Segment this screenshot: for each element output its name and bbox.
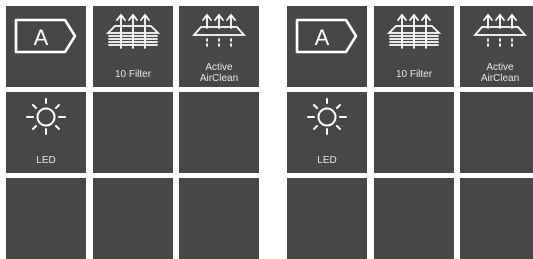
energy-class-a-icon: A [295, 18, 358, 54]
empty-tile [287, 178, 367, 259]
active-airclean-tile: Active AirClean [460, 6, 533, 87]
empty-tile [179, 178, 259, 259]
energy-class-tile: A [287, 6, 367, 87]
empty-tile [6, 178, 86, 259]
empty-tile [460, 92, 533, 173]
filter-label: 10 Filter [395, 69, 433, 80]
filter-tile: 10 Filter [374, 6, 454, 87]
active-airclean-label-line2: AirClean [199, 73, 239, 84]
active-airclean-label-line1: Active [205, 62, 233, 73]
active-airclean-tile: Active AirClean [179, 6, 259, 87]
energy-class-letter: A [315, 25, 330, 50]
filter-stack-icon [386, 13, 442, 49]
led-label: LED [36, 155, 56, 166]
led-tile: LED [287, 92, 367, 173]
energy-class-letter: A [34, 25, 49, 50]
active-airclean-label: Active AirClean [179, 62, 259, 84]
empty-tile [374, 178, 454, 259]
empty-tile [93, 92, 173, 173]
filter-tile: 10 Filter [93, 6, 173, 87]
active-airclean-label-line1: Active [486, 62, 514, 73]
feature-grid-right: A 10 Filter Active AirClean LED [287, 6, 533, 259]
empty-tile [460, 178, 533, 259]
energy-class-tile: A [6, 6, 86, 87]
led-tile: LED [6, 92, 86, 173]
filter-stack-icon [105, 13, 161, 49]
empty-tile [93, 178, 173, 259]
light-bulb-icon [307, 98, 347, 135]
empty-tile [179, 92, 259, 173]
active-airclean-icon [473, 13, 527, 47]
active-airclean-label: Active AirClean [460, 62, 533, 84]
feature-grid-left: A 10 Filter Active AirClean LED [6, 6, 262, 259]
filter-label: 10 Filter [114, 69, 152, 80]
light-bulb-icon [26, 98, 66, 135]
energy-class-a-icon: A [14, 18, 77, 54]
active-airclean-label-line2: AirClean [480, 73, 520, 84]
led-label: LED [317, 155, 337, 166]
active-airclean-icon [192, 13, 246, 47]
empty-tile [374, 92, 454, 173]
